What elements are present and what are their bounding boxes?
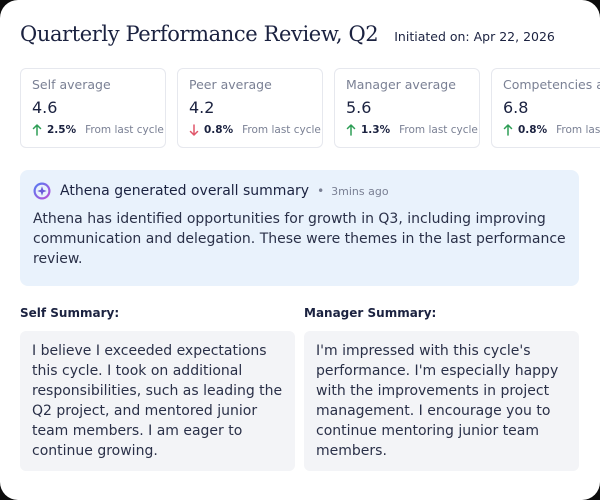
stat-card-manager-average: Manager average 5.6 1.3% From last cycle	[334, 68, 480, 148]
stat-change-note: From last cycle	[85, 124, 164, 136]
manager-summary-label: Manager Summary:	[304, 306, 437, 320]
stat-card-self-average: Self average 4.6 2.5% From last cycle	[20, 68, 166, 148]
stat-label: Self average	[32, 77, 111, 92]
stat-label: Peer average	[189, 77, 272, 92]
page-title: Quarterly Performance Review, Q2	[20, 22, 379, 46]
manager-summary-text: I'm impressed with this cycle's performa…	[304, 331, 579, 471]
ai-summary-panel: Athena generated overall summary • 3mins…	[20, 170, 579, 286]
review-card: Quarterly Performance Review, Q2 Initiat…	[0, 0, 600, 500]
athena-sparkle-icon	[33, 182, 51, 200]
stat-card-peer-average: Peer average 4.2 0.8% From last cycle	[177, 68, 323, 148]
stats-row: Self average 4.6 2.5% From last cycle Pe…	[20, 68, 600, 148]
arrow-down-icon	[189, 124, 199, 136]
stat-change: 0.8% From last cycle	[189, 124, 321, 136]
stat-value: 6.8	[503, 98, 529, 117]
ai-summary-text: Athena has identified opportunities for …	[33, 211, 566, 267]
stat-label: Manager average	[346, 77, 456, 92]
arrow-up-icon	[503, 124, 513, 136]
ai-summary-header: Athena generated overall summary • 3mins…	[33, 182, 566, 200]
page-header: Quarterly Performance Review, Q2 Initiat…	[20, 22, 555, 46]
arrow-up-icon	[32, 124, 42, 136]
stat-card-competencies-average: Competencies average 6.8 0.8% From last …	[491, 68, 600, 148]
stat-value: 5.6	[346, 98, 372, 117]
stat-label: Competencies average	[503, 77, 600, 92]
stat-change-percent: 0.8%	[518, 124, 548, 136]
ai-summary-timestamp: 3mins ago	[331, 184, 389, 198]
ai-summary-title: Athena generated overall summary	[60, 183, 310, 199]
stat-change-percent: 1.3%	[361, 124, 391, 136]
stat-change: 0.8% From last cycle	[503, 124, 600, 136]
separator-dot: •	[317, 184, 325, 198]
self-summary-text: I believe I exceeded expectations this c…	[20, 331, 295, 471]
stat-change-percent: 2.5%	[47, 124, 77, 136]
self-summary-label: Self Summary:	[20, 306, 120, 320]
initiated-date: Initiated on: Apr 22, 2026	[394, 29, 555, 44]
stat-change-note: From last cycle	[399, 124, 478, 136]
stat-change-note: From last cycle	[242, 124, 321, 136]
stat-change-note: From last cycle	[556, 124, 600, 136]
stat-change: 2.5% From last cycle	[32, 124, 164, 136]
stat-value: 4.2	[189, 98, 215, 117]
stat-value: 4.6	[32, 98, 58, 117]
stat-change-percent: 0.8%	[204, 124, 234, 136]
stat-change: 1.3% From last cycle	[346, 124, 478, 136]
arrow-up-icon	[346, 124, 356, 136]
